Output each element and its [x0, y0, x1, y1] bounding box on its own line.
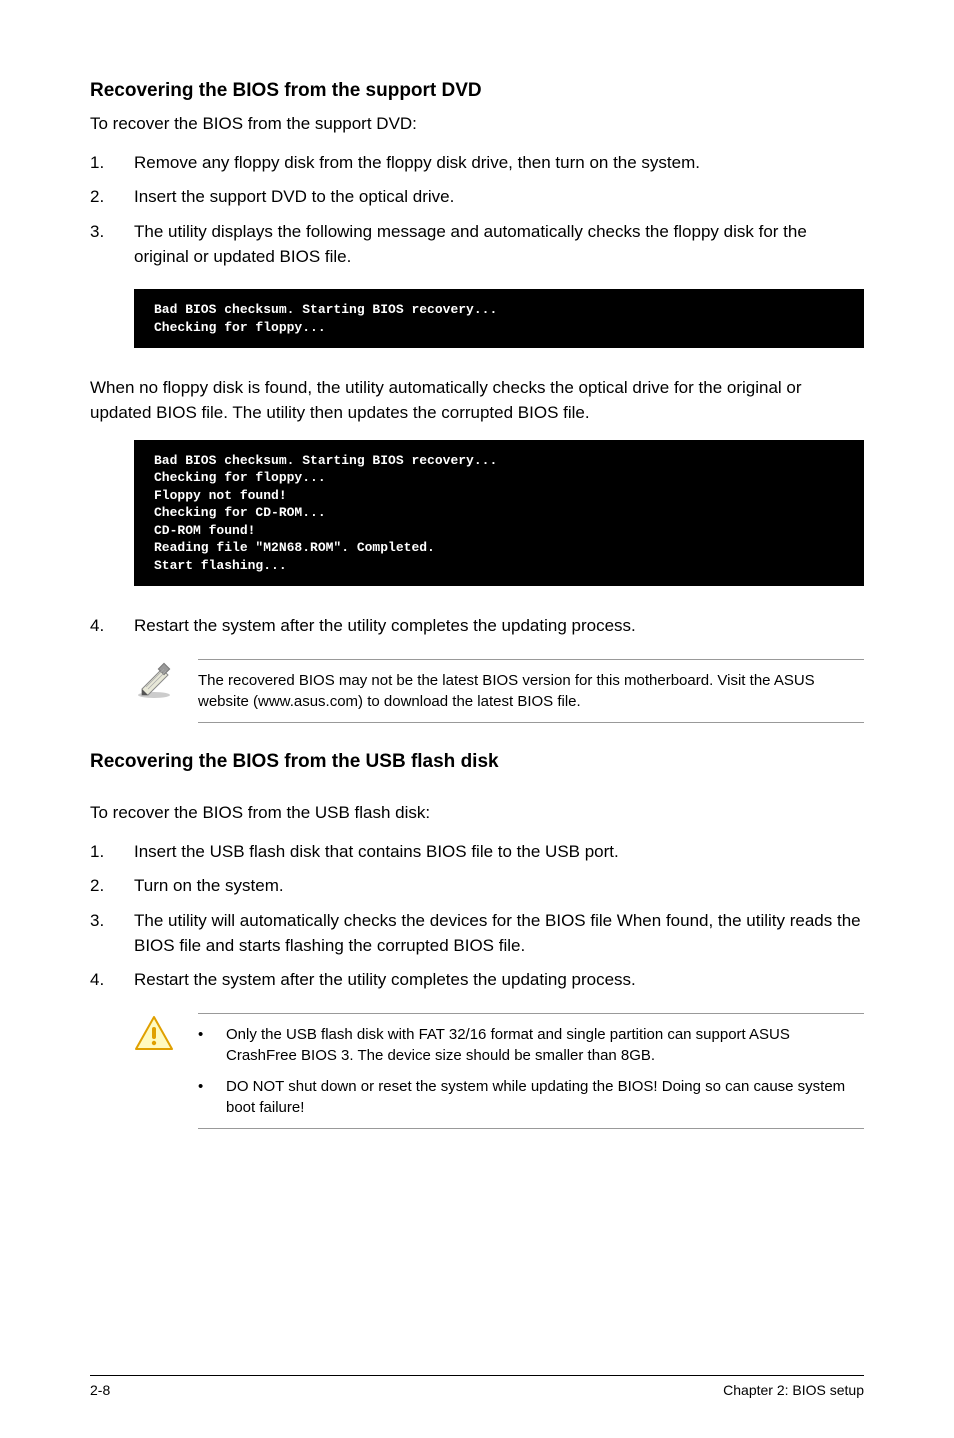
list-number: 3.	[90, 220, 134, 269]
list-number: 4.	[90, 968, 134, 993]
bullet-text: DO NOT shut down or reset the system whi…	[226, 1076, 864, 1118]
chapter-label: Chapter 2: BIOS setup	[723, 1382, 864, 1398]
list-item: 1. Remove any floppy disk from the flopp…	[90, 151, 864, 176]
list-item: 3. The utility will automatically checks…	[90, 909, 864, 958]
list-text: The utility will automatically checks th…	[134, 909, 864, 958]
list-number: 2.	[90, 874, 134, 899]
list-number: 3.	[90, 909, 134, 958]
list-text: Insert the USB flash disk that contains …	[134, 840, 864, 865]
section1-intro: To recover the BIOS from the support DVD…	[90, 112, 864, 137]
section2-intro: To recover the BIOS from the USB flash d…	[90, 801, 864, 826]
terminal-output-2: Bad BIOS checksum. Starting BIOS recover…	[134, 440, 864, 587]
list-item: 4. Restart the system after the utility …	[90, 614, 864, 639]
section1-heading: Recovering the BIOS from the support DVD	[90, 80, 864, 102]
section1-mid-text: When no floppy disk is found, the utilit…	[90, 376, 864, 425]
note-block: The recovered BIOS may not be the latest…	[134, 659, 864, 723]
warning-bullet: • DO NOT shut down or reset the system w…	[198, 1076, 864, 1118]
list-item: 2. Turn on the system.	[90, 874, 864, 899]
note-pencil-icon	[134, 659, 176, 704]
note-text: The recovered BIOS may not be the latest…	[198, 659, 864, 723]
section2-heading: Recovering the BIOS from the USB flash d…	[90, 751, 864, 773]
warning-content: • Only the USB flash disk with FAT 32/16…	[198, 1013, 864, 1129]
warning-bullet: • Only the USB flash disk with FAT 32/16…	[198, 1024, 864, 1066]
list-item: 2. Insert the support DVD to the optical…	[90, 185, 864, 210]
bullet-icon: •	[198, 1024, 226, 1066]
list-item: 3. The utility displays the following me…	[90, 220, 864, 269]
list-text: Restart the system after the utility com…	[134, 614, 864, 639]
list-text: Remove any floppy disk from the floppy d…	[134, 151, 864, 176]
section2-steps: 1. Insert the USB flash disk that contai…	[90, 840, 864, 993]
page-footer: 2-8 Chapter 2: BIOS setup	[90, 1375, 864, 1398]
section1-step4: 4. Restart the system after the utility …	[90, 614, 864, 639]
bullet-text: Only the USB flash disk with FAT 32/16 f…	[226, 1024, 864, 1066]
warning-triangle-icon	[134, 1013, 176, 1058]
section1-steps: 1. Remove any floppy disk from the flopp…	[90, 151, 864, 270]
list-number: 2.	[90, 185, 134, 210]
list-number: 1.	[90, 840, 134, 865]
list-item: 4. Restart the system after the utility …	[90, 968, 864, 993]
list-item: 1. Insert the USB flash disk that contai…	[90, 840, 864, 865]
page-number: 2-8	[90, 1382, 110, 1398]
bullet-icon: •	[198, 1076, 226, 1118]
list-text: Turn on the system.	[134, 874, 864, 899]
warning-block: • Only the USB flash disk with FAT 32/16…	[134, 1013, 864, 1129]
terminal-output-1: Bad BIOS checksum. Starting BIOS recover…	[134, 289, 864, 348]
list-number: 1.	[90, 151, 134, 176]
list-number: 4.	[90, 614, 134, 639]
list-text: The utility displays the following messa…	[134, 220, 864, 269]
list-text: Restart the system after the utility com…	[134, 968, 864, 993]
list-text: Insert the support DVD to the optical dr…	[134, 185, 864, 210]
